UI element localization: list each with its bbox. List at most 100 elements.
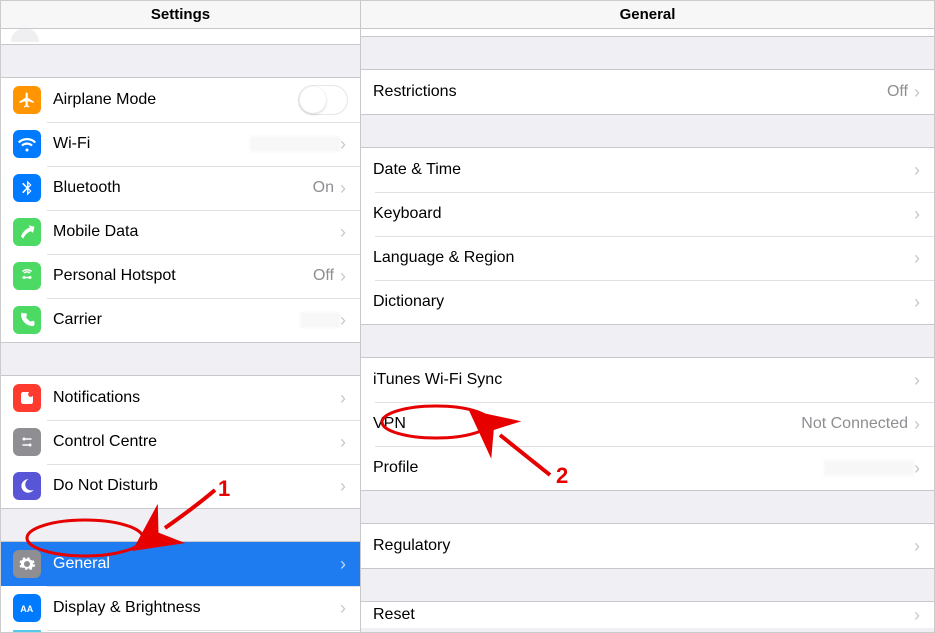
sidebar-item-wallpaper[interactable]: Wallpaper xyxy=(1,630,360,632)
panel-group-sync: iTunes Wi-Fi Sync › VPN Not Connected › … xyxy=(361,357,934,491)
row-label: VPN xyxy=(373,415,801,433)
sidebar-item-control-centre[interactable]: Control Centre › xyxy=(1,420,360,464)
airplane-icon xyxy=(13,86,41,114)
control-centre-icon xyxy=(13,428,41,456)
chevron-right-icon: › xyxy=(914,204,920,225)
row-label: Regulatory xyxy=(373,537,914,555)
sidebar-label: General xyxy=(53,555,340,573)
sidebar-group-general: General › AA Display & Brightness › Wall… xyxy=(1,541,360,632)
row-label: Reset xyxy=(373,606,914,624)
sidebar-item-mobile-data[interactable]: Mobile Data › xyxy=(1,210,360,254)
panel-group-regulatory: Regulatory › xyxy=(361,523,934,569)
panel-scroll[interactable]: Restrictions Off › Date & Time › Keyboar… xyxy=(361,29,934,632)
sidebar-item-carrier[interactable]: Carrier › xyxy=(1,298,360,342)
sidebar-label: Control Centre xyxy=(53,433,340,451)
sidebar-item-notifications[interactable]: Notifications › xyxy=(1,376,360,420)
chevron-right-icon: › xyxy=(340,134,346,155)
sidebar-label: Do Not Disturb xyxy=(53,477,340,495)
row-date-time[interactable]: Date & Time › xyxy=(361,148,934,192)
phone-icon xyxy=(13,306,41,334)
panel-group-input: Date & Time › Keyboard › Language & Regi… xyxy=(361,147,934,325)
row-label: Keyboard xyxy=(373,205,914,223)
profile-value-blurred xyxy=(824,460,914,476)
row-language-region[interactable]: Language & Region › xyxy=(361,236,934,280)
row-vpn[interactable]: VPN Not Connected › xyxy=(361,402,934,446)
sidebar-label: Personal Hotspot xyxy=(53,267,313,285)
row-regulatory[interactable]: Regulatory › xyxy=(361,524,934,568)
row-value: Off xyxy=(887,83,908,101)
sidebar-label: Wallpaper xyxy=(53,631,348,632)
sidebar-title: Settings xyxy=(1,1,360,29)
chevron-right-icon: › xyxy=(914,414,920,435)
airplane-toggle[interactable] xyxy=(298,85,348,115)
chevron-right-icon: › xyxy=(340,432,346,453)
chevron-right-icon: › xyxy=(914,292,920,313)
sidebar-label: Bluetooth xyxy=(53,179,313,197)
row-label: Restrictions xyxy=(373,83,887,101)
chevron-right-icon: › xyxy=(340,222,346,243)
sidebar: Settings Airplane Mode Wi-Fi xyxy=(1,1,361,632)
chevron-right-icon: › xyxy=(914,458,920,479)
row-value: Not Connected xyxy=(801,415,908,433)
sidebar-scroll[interactable]: Airplane Mode Wi-Fi › Bluetooth xyxy=(1,29,360,632)
row-label: iTunes Wi-Fi Sync xyxy=(373,371,914,389)
sidebar-label: Wi-Fi xyxy=(53,135,250,153)
row-reset[interactable]: Reset › xyxy=(361,602,934,628)
hotspot-icon xyxy=(13,262,41,290)
chevron-right-icon: › xyxy=(340,266,346,287)
sidebar-label: Notifications xyxy=(53,389,340,407)
sidebar-item-display[interactable]: AA Display & Brightness › xyxy=(1,586,360,630)
sidebar-item-hotspot[interactable]: Personal Hotspot Off › xyxy=(1,254,360,298)
chevron-right-icon: › xyxy=(340,388,346,409)
gear-icon xyxy=(13,550,41,578)
sidebar-label: Carrier xyxy=(53,311,300,329)
notifications-icon xyxy=(13,384,41,412)
wifi-icon xyxy=(13,130,41,158)
carrier-value-blurred xyxy=(300,312,340,328)
row-itunes-wifi-sync[interactable]: iTunes Wi-Fi Sync › xyxy=(361,358,934,402)
sidebar-label: Airplane Mode xyxy=(53,91,298,109)
sidebar-label: Mobile Data xyxy=(53,223,340,241)
row-restrictions[interactable]: Restrictions Off › xyxy=(361,70,934,114)
sidebar-item-dnd[interactable]: Do Not Disturb › xyxy=(1,464,360,508)
row-label: Profile xyxy=(373,459,824,477)
chevron-right-icon: › xyxy=(340,476,346,497)
sidebar-item-wifi[interactable]: Wi-Fi › xyxy=(1,122,360,166)
panel-title: General xyxy=(361,1,934,29)
svg-text:AA: AA xyxy=(20,604,33,614)
chevron-right-icon: › xyxy=(914,605,920,626)
wallpaper-icon xyxy=(13,630,41,632)
chevron-right-icon: › xyxy=(914,160,920,181)
sidebar-group-notifications: Notifications › Control Centre › Do Not … xyxy=(1,375,360,509)
panel-group-reset: Reset › xyxy=(361,601,934,628)
sidebar-value: Off xyxy=(313,267,334,285)
row-label: Date & Time xyxy=(373,161,914,179)
sidebar-partial-top xyxy=(1,29,360,45)
settings-app: Settings Airplane Mode Wi-Fi xyxy=(0,0,935,633)
moon-icon xyxy=(13,472,41,500)
sidebar-value: On xyxy=(313,179,334,197)
sidebar-item-bluetooth[interactable]: Bluetooth On › xyxy=(1,166,360,210)
sidebar-label: Display & Brightness xyxy=(53,599,340,617)
sidebar-item-general[interactable]: General › xyxy=(1,542,360,586)
sidebar-item-airplane[interactable]: Airplane Mode xyxy=(1,78,360,122)
bluetooth-icon xyxy=(13,174,41,202)
row-profile[interactable]: Profile › xyxy=(361,446,934,490)
row-keyboard[interactable]: Keyboard › xyxy=(361,192,934,236)
chevron-right-icon: › xyxy=(340,554,346,575)
row-dictionary[interactable]: Dictionary › xyxy=(361,280,934,324)
chevron-right-icon: › xyxy=(914,536,920,557)
chevron-right-icon: › xyxy=(914,82,920,103)
chevron-right-icon: › xyxy=(914,370,920,391)
chevron-right-icon: › xyxy=(340,310,346,331)
chevron-right-icon: › xyxy=(340,598,346,619)
chevron-right-icon: › xyxy=(340,178,346,199)
row-label: Dictionary xyxy=(373,293,914,311)
row-label: Language & Region xyxy=(373,249,914,267)
sidebar-group-network: Airplane Mode Wi-Fi › Bluetooth xyxy=(1,77,360,343)
panel-partial-top xyxy=(361,29,934,37)
chevron-right-icon: › xyxy=(914,248,920,269)
wifi-value-blurred xyxy=(250,136,340,152)
display-icon: AA xyxy=(13,594,41,622)
panel-group-restrictions: Restrictions Off › xyxy=(361,69,934,115)
